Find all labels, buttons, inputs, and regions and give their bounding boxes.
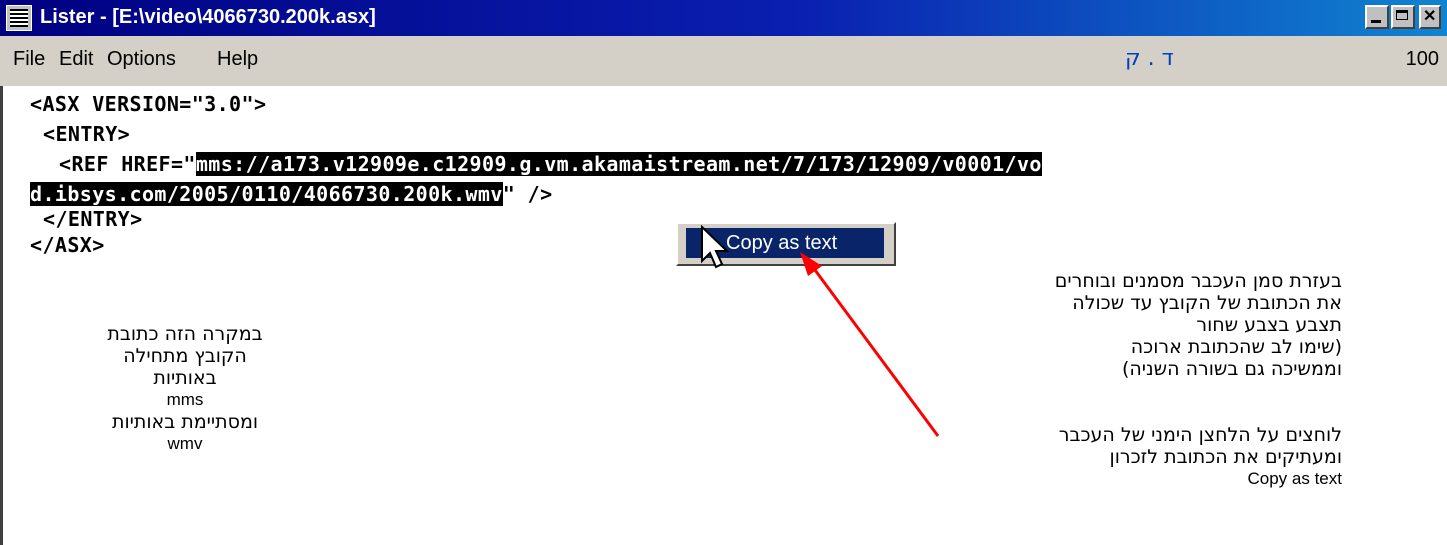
mouse-pointer-icon (701, 225, 730, 269)
note-line: mms (166, 390, 204, 409)
window-title: Lister - [E:\video\4066730.200k.asx] (40, 6, 376, 28)
code-text: " /> (502, 182, 553, 206)
note-line: באותיות (153, 367, 217, 389)
note-line: wmv (167, 434, 203, 453)
note-line: את הכתובת של הקובץ עד שכולה (1072, 292, 1342, 314)
selected-text[interactable]: mms://a173.v12909e.c12909.g.vm.akamaistr… (195, 152, 1042, 176)
code-line: <REF HREF="mms://a173.v12909e.c12909.g.v… (59, 152, 1042, 176)
code-line: <ASX VERSION="3.0"> (30, 92, 267, 116)
menu-help[interactable]: Help (217, 48, 258, 71)
code-line: d.ibsys.com/2005/0110/4066730.200k.wmv" … (30, 182, 553, 206)
instruction-note-select: בעזרת סמן העכבר מסמנים ובוחרים את הכתובת… (1055, 270, 1342, 380)
menu-bar: File Edit Options Help ד . ק 100 (0, 36, 1447, 86)
title-bar[interactable]: Lister - [E:\video\4066730.200k.asx] (0, 0, 1447, 36)
note-line: (שימו לב שהכתובת ארוכה (1130, 336, 1342, 358)
note-line: וממשיכה גם בשורה השניה) (1121, 358, 1342, 380)
note-line: במקרה הזה כתובת (107, 323, 263, 345)
code-line: </ENTRY> (43, 207, 143, 231)
note-line: ומעתיקים את הכתובת לזכרון (1109, 446, 1342, 468)
instruction-note-copy: לוחצים על הלחצן הימני של העכבר ומעתיקים … (1059, 424, 1342, 490)
close-icon[interactable] (1419, 5, 1441, 29)
selected-text[interactable]: d.ibsys.com/2005/0110/4066730.200k.wmv (30, 182, 503, 206)
code-line: <ENTRY> (43, 122, 131, 146)
menu-options[interactable]: Options (107, 48, 176, 71)
note-line: הקובץ מתחילה (123, 345, 247, 367)
note-line: תצבע בצבע שחור (1196, 314, 1342, 336)
note-line: לוחצים על הלחצן הימני של העכבר (1058, 424, 1342, 446)
zoom-level: 100 (1405, 48, 1439, 70)
menu-file[interactable]: File (13, 48, 45, 71)
instruction-note-format: במקרה הזה כתובת הקובץ מתחילה באותיות mms… (60, 323, 310, 455)
note-line: ומסתיימת באותיות (111, 411, 259, 433)
code-text: <REF HREF=" (59, 152, 196, 176)
minimize-icon[interactable] (1365, 5, 1389, 29)
app-icon[interactable] (6, 5, 32, 31)
menu-edit[interactable]: Edit (59, 48, 93, 71)
maximize-icon[interactable] (1391, 5, 1415, 29)
code-line: </ASX> (30, 233, 105, 257)
status-text: ד . ק (1125, 46, 1174, 71)
note-line: Copy as text (1247, 469, 1343, 488)
note-line: בעזרת סמן העכבר מסמנים ובוחרים (1054, 270, 1342, 292)
lister-window: Lister - [E:\video\4066730.200k.asx] Fil… (0, 0, 1447, 545)
